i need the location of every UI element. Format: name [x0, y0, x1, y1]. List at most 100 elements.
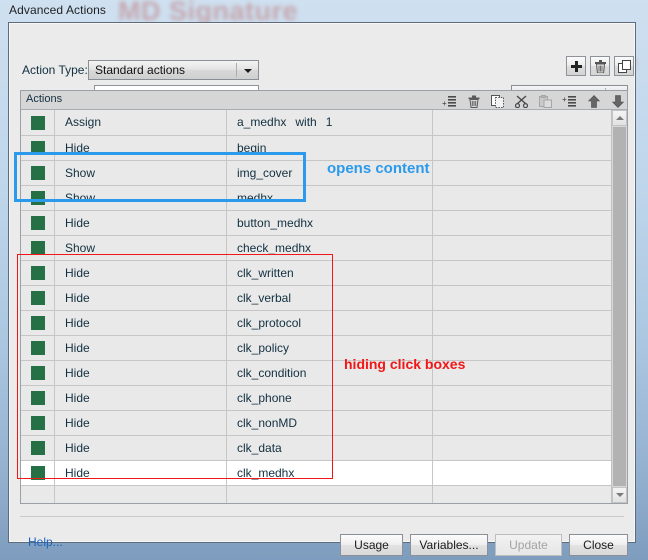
row-action-cell[interactable]: Show [54, 160, 227, 186]
row-argument-cell[interactable]: button_medhx [226, 210, 433, 236]
row-enable-cell[interactable] [21, 410, 55, 436]
row-enable-cell[interactable] [21, 385, 55, 411]
row-argument-cell[interactable]: clk_written [226, 260, 433, 286]
trash-icon [468, 95, 479, 108]
row-action-cell[interactable]: Hide [54, 385, 227, 411]
row-enable-cell[interactable] [21, 185, 55, 211]
row-enable-cell[interactable] [21, 310, 55, 336]
row-argument-cell[interactable]: clk_protocol [226, 310, 433, 336]
cut-button[interactable] [514, 94, 529, 109]
row-enable-cell[interactable] [21, 435, 55, 461]
row-extra-cell[interactable] [432, 235, 612, 261]
row-extra-cell[interactable] [432, 460, 612, 486]
row-enable-cell[interactable] [21, 285, 55, 311]
row-argument-cell[interactable]: begin [226, 135, 433, 161]
row-extra-cell[interactable] [432, 210, 612, 236]
row-enable-cell[interactable] [21, 360, 55, 386]
row-enable-cell[interactable] [21, 460, 55, 486]
row-action-cell[interactable]: Show [54, 185, 227, 211]
usage-button[interactable]: Usage [340, 534, 403, 556]
row-enable-cell[interactable] [21, 260, 55, 286]
table-row[interactable]: Assign a_medhx with 1 [21, 110, 612, 136]
row-argument-name: clk_written [237, 265, 294, 280]
table-row[interactable]: Hide clk_data [21, 435, 612, 461]
scroll-up-button[interactable] [612, 110, 627, 126]
row-extra-cell[interactable] [432, 385, 612, 411]
row-extra-cell[interactable] [432, 185, 612, 211]
table-row[interactable]: Hide clk_written [21, 260, 612, 286]
row-action-cell[interactable]: Hide [54, 435, 227, 461]
actions-table-scrollbar[interactable] [611, 110, 627, 503]
delete-action-button[interactable] [590, 56, 610, 76]
copy-button[interactable] [490, 94, 505, 109]
enabled-indicator-icon [30, 365, 45, 380]
row-action-cell[interactable]: Assign [54, 110, 227, 136]
row-action-cell[interactable]: Hide [54, 410, 227, 436]
table-empty-row[interactable] [21, 485, 612, 503]
table-row[interactable]: Hide clk_policy [21, 335, 612, 361]
variables-button[interactable]: Variables... [410, 534, 488, 556]
table-row[interactable]: Hide clk_nonMD [21, 410, 612, 436]
row-argument-cell[interactable]: clk_medhx [226, 460, 433, 486]
table-row[interactable]: Hide clk_medhx [21, 460, 612, 486]
help-link[interactable]: Help... [28, 535, 63, 549]
move-up-button[interactable] [586, 94, 601, 109]
row-argument-cell[interactable]: clk_data [226, 435, 433, 461]
arrow-up-icon [587, 94, 600, 108]
row-extra-cell[interactable] [432, 435, 612, 461]
row-enable-cell[interactable] [21, 210, 55, 236]
enabled-indicator-icon [30, 340, 45, 355]
row-extra-cell[interactable] [432, 135, 612, 161]
row-action-cell[interactable]: Hide [54, 135, 227, 161]
row-action-cell[interactable]: Hide [54, 260, 227, 286]
scissors-icon [514, 94, 528, 108]
row-extra-cell[interactable] [432, 110, 612, 136]
table-row[interactable]: Show img_cover [21, 160, 612, 186]
move-down-button[interactable] [610, 94, 625, 109]
row-enable-cell[interactable] [21, 235, 55, 261]
row-extra-cell[interactable] [432, 160, 612, 186]
row-argument-cell[interactable]: a_medhx with 1 [226, 110, 433, 136]
row-action-cell[interactable]: Hide [54, 310, 227, 336]
row-argument-cell[interactable]: clk_phone [226, 385, 433, 411]
row-argument-cell[interactable]: clk_verbal [226, 285, 433, 311]
row-action-cell[interactable]: Hide [54, 335, 227, 361]
row-enable-cell[interactable] [21, 160, 55, 186]
table-row[interactable]: Hide clk_phone [21, 385, 612, 411]
table-row[interactable]: Show check_medhx [21, 235, 612, 261]
append-row-button[interactable]: + [562, 94, 577, 109]
empty-cell [432, 485, 612, 503]
row-action-cell[interactable]: Hide [54, 360, 227, 386]
row-extra-cell[interactable] [432, 285, 612, 311]
row-argument-cell[interactable]: clk_nonMD [226, 410, 433, 436]
row-action-cell[interactable]: Hide [54, 285, 227, 311]
row-argument-name: clk_medhx [237, 465, 295, 480]
row-extra-cell[interactable] [432, 260, 612, 286]
scrollbar-thumb[interactable] [613, 127, 626, 486]
add-action-button[interactable] [566, 56, 586, 76]
row-action-cell[interactable]: Hide [54, 210, 227, 236]
row-action-cell[interactable]: Show [54, 235, 227, 261]
row-extra-cell[interactable] [432, 310, 612, 336]
table-row[interactable]: Hide clk_protocol [21, 310, 612, 336]
table-row[interactable]: Hide button_medhx [21, 210, 612, 236]
row-argument-cell[interactable]: medhx [226, 185, 433, 211]
row-extra-cell[interactable] [432, 410, 612, 436]
table-row[interactable]: Hide clk_verbal [21, 285, 612, 311]
table-row[interactable]: Hide begin [21, 135, 612, 161]
row-enable-cell[interactable] [21, 335, 55, 361]
duplicate-action-button[interactable] [614, 56, 634, 76]
row-action-cell[interactable]: Hide [54, 460, 227, 486]
close-button[interactable]: Close [569, 534, 628, 556]
scroll-down-button[interactable] [612, 487, 627, 503]
delete-row-button[interactable] [466, 94, 481, 109]
row-enable-cell[interactable] [21, 135, 55, 161]
insert-action-button[interactable]: + [442, 94, 457, 109]
action-type-combobox[interactable]: Standard actions [88, 60, 259, 80]
table-row[interactable]: Show medhx [21, 185, 612, 211]
row-enable-cell[interactable] [21, 110, 55, 136]
row-argument-cell[interactable]: check_medhx [226, 235, 433, 261]
table-row[interactable]: Hide clk_condition [21, 360, 612, 386]
paste-button[interactable] [538, 94, 553, 109]
row-argument-name: clk_policy [237, 340, 290, 355]
